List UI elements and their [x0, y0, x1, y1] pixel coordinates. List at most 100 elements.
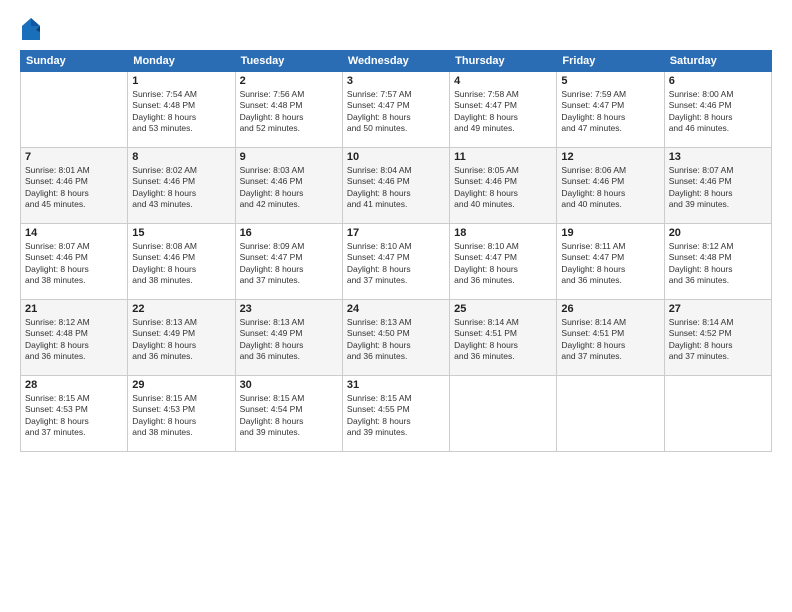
logo-icon [22, 18, 40, 40]
day-number: 27 [669, 303, 767, 315]
day-number: 8 [132, 151, 230, 163]
day-info: Sunrise: 8:10 AM Sunset: 4:47 PM Dayligh… [347, 241, 445, 287]
day-info: Sunrise: 8:02 AM Sunset: 4:46 PM Dayligh… [132, 165, 230, 211]
day-info: Sunrise: 8:08 AM Sunset: 4:46 PM Dayligh… [132, 241, 230, 287]
day-number: 31 [347, 379, 445, 391]
day-info: Sunrise: 8:07 AM Sunset: 4:46 PM Dayligh… [25, 241, 123, 287]
calendar-cell: 8 Sunrise: 8:02 AM Sunset: 4:46 PM Daylig… [128, 148, 235, 224]
day-info: Sunrise: 8:14 AM Sunset: 4:51 PM Dayligh… [561, 317, 659, 363]
day-number: 24 [347, 303, 445, 315]
day-info: Sunrise: 8:15 AM Sunset: 4:54 PM Dayligh… [240, 393, 338, 439]
day-number: 5 [561, 75, 659, 87]
day-number: 18 [454, 227, 552, 239]
calendar-cell: 23 Sunrise: 8:13 AM Sunset: 4:49 PM Dayli… [235, 300, 342, 376]
weekday-header-row: SundayMondayTuesdayWednesdayThursdayFrid… [21, 51, 772, 72]
weekday-header-monday: Monday [128, 51, 235, 72]
day-info: Sunrise: 8:13 AM Sunset: 4:49 PM Dayligh… [132, 317, 230, 363]
day-number: 7 [25, 151, 123, 163]
calendar-week-row: 7 Sunrise: 8:01 AM Sunset: 4:46 PM Daylig… [21, 148, 772, 224]
calendar-page: SundayMondayTuesdayWednesdayThursdayFrid… [0, 0, 792, 612]
day-info: Sunrise: 8:01 AM Sunset: 4:46 PM Dayligh… [25, 165, 123, 211]
calendar-cell: 5 Sunrise: 7:59 AM Sunset: 4:47 PM Daylig… [557, 72, 664, 148]
day-number: 3 [347, 75, 445, 87]
day-number: 14 [25, 227, 123, 239]
day-number: 1 [132, 75, 230, 87]
day-number: 25 [454, 303, 552, 315]
day-number: 9 [240, 151, 338, 163]
header [20, 18, 772, 40]
calendar-cell: 16Sunrise: 8:09 AM Sunset: 4:47 PM Dayli… [235, 224, 342, 300]
calendar-week-row: 1 Sunrise: 7:54 AM Sunset: 4:48 PM Daylig… [21, 72, 772, 148]
logo [20, 18, 44, 40]
day-info: Sunrise: 7:59 AM Sunset: 4:47 PM Dayligh… [561, 89, 659, 135]
day-info: Sunrise: 8:15 AM Sunset: 4:53 PM Dayligh… [25, 393, 123, 439]
day-info: Sunrise: 8:13 AM Sunset: 4:49 PM Dayligh… [240, 317, 338, 363]
calendar-cell: 27 Sunrise: 8:14 AM Sunset: 4:52 PM Dayli… [664, 300, 771, 376]
calendar-cell [450, 376, 557, 452]
day-number: 19 [561, 227, 659, 239]
weekday-header-tuesday: Tuesday [235, 51, 342, 72]
calendar-week-row: 21 Sunrise: 8:12 AM Sunset: 4:48 PM Dayli… [21, 300, 772, 376]
weekday-header-sunday: Sunday [21, 51, 128, 72]
day-info: Sunrise: 8:11 AM Sunset: 4:47 PM Dayligh… [561, 241, 659, 287]
weekday-header-thursday: Thursday [450, 51, 557, 72]
calendar-cell: 17Sunrise: 8:10 AM Sunset: 4:47 PM Dayli… [342, 224, 449, 300]
calendar-cell: 20Sunrise: 8:12 AM Sunset: 4:48 PM Dayli… [664, 224, 771, 300]
weekday-header-saturday: Saturday [664, 51, 771, 72]
day-info: Sunrise: 8:03 AM Sunset: 4:46 PM Dayligh… [240, 165, 338, 211]
calendar-cell: 19 Sunrise: 8:11 AM Sunset: 4:47 PM Dayli… [557, 224, 664, 300]
calendar-cell: 25 Sunrise: 8:14 AM Sunset: 4:51 PM Dayli… [450, 300, 557, 376]
calendar-cell: 21 Sunrise: 8:12 AM Sunset: 4:48 PM Dayli… [21, 300, 128, 376]
day-info: Sunrise: 7:58 AM Sunset: 4:47 PM Dayligh… [454, 89, 552, 135]
calendar-cell: 26Sunrise: 8:14 AM Sunset: 4:51 PM Dayli… [557, 300, 664, 376]
day-info: Sunrise: 7:57 AM Sunset: 4:47 PM Dayligh… [347, 89, 445, 135]
calendar-cell: 13 Sunrise: 8:07 AM Sunset: 4:46 PM Dayli… [664, 148, 771, 224]
calendar-cell: 24Sunrise: 8:13 AM Sunset: 4:50 PM Dayli… [342, 300, 449, 376]
day-number: 15 [132, 227, 230, 239]
calendar-cell: 31 Sunrise: 8:15 AM Sunset: 4:55 PM Dayli… [342, 376, 449, 452]
day-info: Sunrise: 7:56 AM Sunset: 4:48 PM Dayligh… [240, 89, 338, 135]
calendar-cell: 1 Sunrise: 7:54 AM Sunset: 4:48 PM Daylig… [128, 72, 235, 148]
calendar-cell: 4Sunrise: 7:58 AM Sunset: 4:47 PM Daylig… [450, 72, 557, 148]
day-info: Sunrise: 8:10 AM Sunset: 4:47 PM Dayligh… [454, 241, 552, 287]
day-number: 21 [25, 303, 123, 315]
day-info: Sunrise: 8:15 AM Sunset: 4:55 PM Dayligh… [347, 393, 445, 439]
day-info: Sunrise: 8:07 AM Sunset: 4:46 PM Dayligh… [669, 165, 767, 211]
day-number: 11 [454, 151, 552, 163]
day-number: 29 [132, 379, 230, 391]
day-info: Sunrise: 8:05 AM Sunset: 4:46 PM Dayligh… [454, 165, 552, 211]
day-number: 28 [25, 379, 123, 391]
calendar-cell: 9 Sunrise: 8:03 AM Sunset: 4:46 PM Daylig… [235, 148, 342, 224]
day-info: Sunrise: 8:00 AM Sunset: 4:46 PM Dayligh… [669, 89, 767, 135]
weekday-header-wednesday: Wednesday [342, 51, 449, 72]
calendar-cell [557, 376, 664, 452]
calendar-cell: 18 Sunrise: 8:10 AM Sunset: 4:47 PM Dayli… [450, 224, 557, 300]
day-info: Sunrise: 8:12 AM Sunset: 4:48 PM Dayligh… [669, 241, 767, 287]
calendar-cell: 12 Sunrise: 8:06 AM Sunset: 4:46 PM Dayli… [557, 148, 664, 224]
day-number: 30 [240, 379, 338, 391]
day-number: 23 [240, 303, 338, 315]
calendar-cell [21, 72, 128, 148]
day-info: Sunrise: 8:04 AM Sunset: 4:46 PM Dayligh… [347, 165, 445, 211]
day-number: 13 [669, 151, 767, 163]
calendar-body: 1 Sunrise: 7:54 AM Sunset: 4:48 PM Daylig… [21, 72, 772, 452]
day-info: Sunrise: 8:14 AM Sunset: 4:52 PM Dayligh… [669, 317, 767, 363]
day-number: 12 [561, 151, 659, 163]
calendar-cell [664, 376, 771, 452]
day-info: Sunrise: 8:12 AM Sunset: 4:48 PM Dayligh… [25, 317, 123, 363]
calendar-cell: 15 Sunrise: 8:08 AM Sunset: 4:46 PM Dayli… [128, 224, 235, 300]
calendar-cell: 10 Sunrise: 8:04 AM Sunset: 4:46 PM Dayli… [342, 148, 449, 224]
day-number: 6 [669, 75, 767, 87]
day-number: 16 [240, 227, 338, 239]
weekday-header-friday: Friday [557, 51, 664, 72]
calendar-cell: 7 Sunrise: 8:01 AM Sunset: 4:46 PM Daylig… [21, 148, 128, 224]
day-number: 10 [347, 151, 445, 163]
calendar-table: SundayMondayTuesdayWednesdayThursdayFrid… [20, 50, 772, 452]
calendar-header: SundayMondayTuesdayWednesdayThursdayFrid… [21, 51, 772, 72]
day-info: Sunrise: 7:54 AM Sunset: 4:48 PM Dayligh… [132, 89, 230, 135]
day-number: 2 [240, 75, 338, 87]
day-info: Sunrise: 8:14 AM Sunset: 4:51 PM Dayligh… [454, 317, 552, 363]
day-info: Sunrise: 8:06 AM Sunset: 4:46 PM Dayligh… [561, 165, 659, 211]
calendar-cell: 30 Sunrise: 8:15 AM Sunset: 4:54 PM Dayli… [235, 376, 342, 452]
calendar-cell: 29Sunrise: 8:15 AM Sunset: 4:53 PM Dayli… [128, 376, 235, 452]
